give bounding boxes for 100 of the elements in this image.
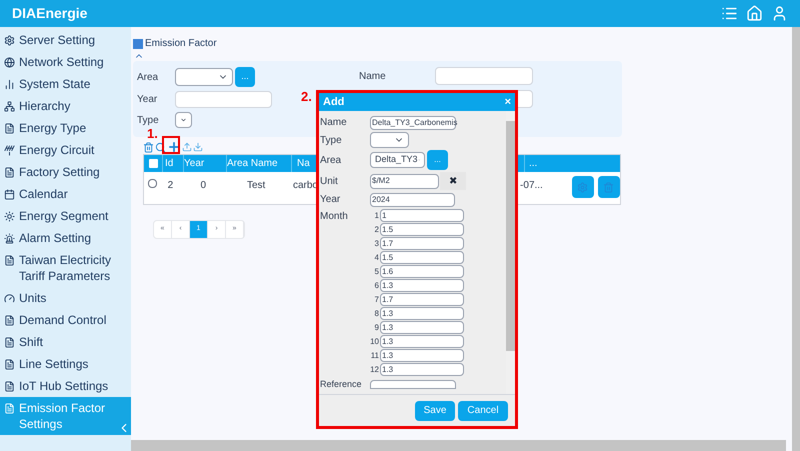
field-label: Reference [320, 378, 363, 391]
sidebar-label: Emission Factor Settings [19, 400, 106, 432]
sidebar-item[interactable]: IoT Hub Settings [0, 375, 131, 397]
year-field[interactable]: 2024 [370, 192, 455, 206]
menu-icon [4, 293, 15, 304]
month-number: 12 [370, 364, 380, 376]
highlight-frame [162, 136, 180, 154]
download-icon[interactable] [193, 142, 203, 152]
menu-icon [4, 359, 15, 370]
sidebar-item[interactable]: Energy Circuit [0, 139, 131, 161]
menu-icon [4, 167, 15, 178]
square-icon [133, 38, 143, 48]
home-icon[interactable] [746, 5, 763, 22]
search-icon[interactable] [155, 142, 166, 152]
sidebar-label: Calendar [19, 186, 68, 202]
menu-icon [4, 123, 15, 134]
sidebar-item[interactable]: Server Setting [0, 29, 131, 51]
sidebar-label: System State [19, 76, 90, 92]
month-number: 3 [374, 238, 380, 250]
sidebar-item[interactable]: Energy Segment [0, 205, 131, 227]
area-label: Area [137, 70, 160, 84]
month-field[interactable]: 1.6 [380, 265, 464, 278]
unit-field[interactable]: $/M2 [370, 174, 439, 188]
sidebar-item[interactable]: Shift [0, 331, 131, 353]
name-label: Name [359, 70, 387, 84]
field-label: Area [320, 154, 342, 168]
trash-icon [603, 182, 614, 192]
month-number: 5 [374, 266, 380, 278]
sidebar-item[interactable]: Calendar [0, 183, 131, 205]
month-field[interactable]: 1.7 [380, 293, 464, 306]
area-select[interactable] [175, 68, 233, 86]
gear-icon [577, 182, 588, 192]
annotation-label: 1. [147, 126, 158, 143]
column-header: Area Name [226, 155, 291, 172]
sidebar-item[interactable]: Network Setting [0, 51, 131, 73]
sidebar-item[interactable]: System State [0, 73, 131, 95]
type-label: Type [137, 114, 160, 128]
user-icon[interactable] [771, 5, 788, 22]
field-label: Type [320, 134, 343, 148]
sidebar-label: Energy Circuit [19, 142, 94, 158]
table-cell: Test [246, 180, 266, 191]
area-select[interactable]: Delta_TY3 [370, 152, 425, 168]
column-header: Year [183, 155, 226, 172]
month-number: 7 [374, 294, 380, 306]
clear-button[interactable]: ✖ [440, 172, 466, 190]
month-field[interactable]: 1 [380, 209, 464, 222]
type-select[interactable] [175, 112, 192, 128]
row-checkbox[interactable] [148, 179, 158, 188]
list-icon[interactable] [721, 5, 738, 22]
menu-icon [4, 315, 15, 326]
upload-icon[interactable] [182, 142, 192, 152]
month-number: 4 [374, 252, 380, 264]
name-field[interactable] [435, 67, 533, 85]
app-title: DIAEnergie [12, 4, 88, 23]
sidebar-item[interactable]: Taiwan Electricity Tariff Parameters [0, 249, 131, 287]
type-select[interactable] [370, 132, 409, 148]
sidebar-item[interactable]: Hierarchy [0, 95, 131, 117]
month-field[interactable]: 1.5 [380, 251, 464, 264]
settings-button[interactable] [572, 176, 594, 198]
delete-icon[interactable] [143, 142, 154, 152]
sidebar-item[interactable]: Units [0, 287, 131, 309]
name-field[interactable]: Delta_TY3_Carbonemis [370, 116, 456, 130]
month-field[interactable]: 1.3 [380, 363, 464, 376]
sidebar-label: Network Setting [19, 54, 104, 70]
sidebar-label: Demand Control [19, 312, 106, 328]
select-all-checkbox[interactable] [148, 159, 158, 168]
menu-icon [4, 255, 15, 266]
year-label: Year [137, 93, 158, 107]
year-field[interactable] [175, 91, 272, 108]
reference-field[interactable] [370, 380, 456, 390]
table-cell: -07... [520, 180, 543, 191]
month-field[interactable]: 1.5 [380, 223, 464, 236]
sidebar-item[interactable]: Energy Type [0, 117, 131, 139]
month-field[interactable]: 1.3 [380, 321, 464, 334]
field-label: Year [320, 193, 342, 207]
sidebar-item[interactable]: Demand Control [0, 309, 131, 331]
month-field[interactable]: 1.3 [380, 307, 464, 320]
menu-icon [4, 189, 15, 200]
month-field[interactable]: 1.3 [380, 335, 464, 348]
page-title: Emission Factor [145, 37, 217, 51]
column-header: ... [524, 155, 577, 172]
menu-icon [4, 79, 15, 90]
sidebar-label: IoT Hub Settings [19, 378, 108, 394]
sidebar-label: Hierarchy [19, 98, 70, 114]
table-cell: 2 [168, 180, 174, 191]
month-field[interactable]: 1.3 [380, 349, 464, 362]
delete-button[interactable] [598, 176, 620, 198]
menu-icon [4, 381, 15, 392]
menu-icon [4, 211, 15, 222]
sidebar-item[interactable]: Factory Setting [0, 161, 131, 183]
month-number: 9 [374, 322, 380, 334]
month-number: 8 [374, 308, 380, 320]
table-cell: 0 [200, 180, 206, 191]
month-field[interactable]: 1.3 [380, 279, 464, 292]
sidebar-item[interactable]: Alarm Setting [0, 227, 131, 249]
month-field[interactable]: 1.7 [380, 237, 464, 250]
month-number: 2 [374, 224, 380, 236]
sidebar-item[interactable]: Line Settings [0, 353, 131, 375]
plus-icon[interactable] [167, 140, 181, 154]
sidebar-label: Alarm Setting [19, 230, 92, 246]
